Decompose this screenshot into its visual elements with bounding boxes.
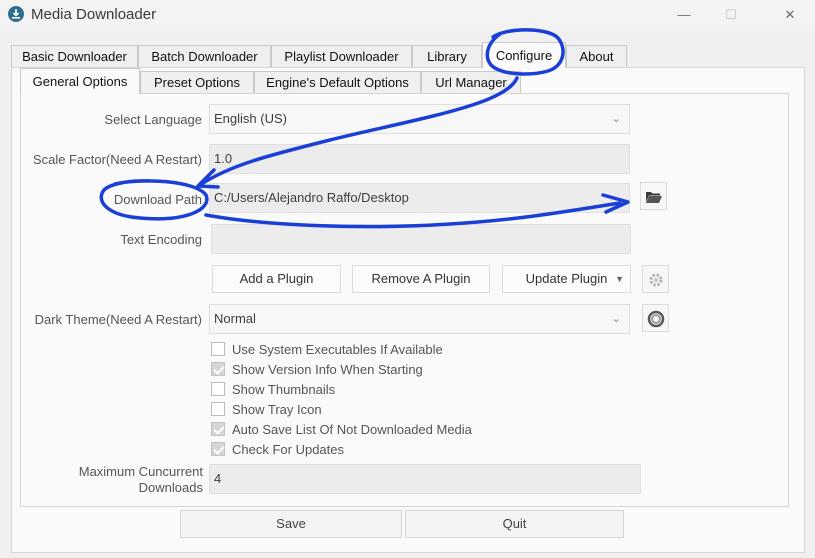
download-path-input[interactable]: C:/Users/Alejandro Raffo/Desktop	[209, 183, 630, 213]
theme-preview-button[interactable]	[642, 304, 669, 332]
checkbox-label: Auto Save List Of Not Downloaded Media	[232, 421, 472, 437]
checkbox-box[interactable]	[211, 441, 225, 456]
tab-engines-default-options[interactable]: Engine's Default Options	[254, 71, 421, 93]
tab-configure[interactable]: Configure	[482, 42, 566, 68]
dark-theme-select[interactable]: Normal ⌄	[209, 304, 630, 334]
download-path-label: Download Path	[113, 192, 202, 207]
tab-preset-options[interactable]: Preset Options	[140, 71, 254, 93]
maximize-button[interactable]: ☐	[708, 0, 754, 30]
checkbox-box[interactable]	[211, 341, 225, 356]
checkbox-label: Show Tray Icon	[232, 401, 322, 417]
tab-library[interactable]: Library	[412, 45, 482, 67]
add-plugin-button[interactable]: Add a Plugin	[212, 265, 341, 293]
checkbox-label: Show Thumbnails	[232, 381, 336, 397]
checkbox-use-system-executables[interactable]: Use System Executables If Available	[211, 340, 443, 358]
window-title: Media Downloader	[31, 6, 157, 23]
remove-plugin-button[interactable]: Remove A Plugin	[352, 265, 490, 293]
checkbox-show-version-info[interactable]: Show Version Info When Starting	[211, 360, 423, 378]
checkbox-show-thumbnails[interactable]: Show Thumbnails	[211, 380, 335, 398]
checkbox-box[interactable]	[211, 361, 225, 376]
checkbox-box[interactable]	[211, 381, 225, 396]
gear-icon	[649, 273, 662, 287]
close-button[interactable]: ✕	[767, 0, 813, 30]
browse-folder-button[interactable]	[640, 182, 667, 210]
update-plugin-label: Update Plugin	[525, 271, 608, 286]
checkbox-label: Use System Executables If Available	[232, 341, 443, 357]
tab-playlist-downloader[interactable]: Playlist Downloader	[271, 45, 412, 67]
max-concurrent-label-line2: Downloads	[138, 480, 203, 495]
scale-factor-label: Scale Factor(Need A Restart)	[32, 152, 202, 167]
checkbox-show-tray-icon[interactable]: Show Tray Icon	[211, 400, 322, 418]
language-value: English (US)	[214, 111, 287, 126]
scale-factor-input[interactable]: 1.0	[209, 144, 630, 174]
chevron-down-icon: ⌄	[611, 313, 621, 325]
max-concurrent-label-line1: Maximum Cuncurrent	[78, 464, 203, 479]
checkbox-check-for-updates[interactable]: Check For Updates	[211, 440, 344, 458]
minimize-button[interactable]: —	[661, 0, 707, 30]
tab-general-options[interactable]: General Options	[20, 68, 140, 94]
quit-button[interactable]: Quit	[405, 510, 624, 538]
checkbox-label: Check For Updates	[232, 441, 344, 457]
max-concurrent-label: Maximum Cuncurrent Downloads	[30, 464, 203, 496]
dark-theme-value: Normal	[214, 311, 256, 326]
checkbox-auto-save-list[interactable]: Auto Save List Of Not Downloaded Media	[211, 420, 472, 438]
checkbox-box[interactable]	[211, 421, 225, 436]
tab-basic-downloader[interactable]: Basic Downloader	[11, 45, 138, 67]
tab-url-manager[interactable]: Url Manager	[421, 71, 521, 93]
tab-about[interactable]: About	[566, 45, 627, 67]
theme-ring-icon	[647, 310, 664, 328]
update-plugin-button[interactable]: Update Plugin ▼	[502, 265, 631, 293]
checkbox-box[interactable]	[211, 401, 225, 416]
text-encoding-input[interactable]	[211, 224, 631, 254]
chevron-down-icon: ⌄	[611, 113, 621, 125]
language-select[interactable]: English (US) ⌄	[209, 104, 630, 134]
text-encoding-label: Text Encoding	[120, 232, 202, 247]
dark-theme-label: Dark Theme(Need A Restart)	[34, 312, 202, 327]
plugin-settings-button[interactable]	[642, 265, 669, 293]
app-logo-icon	[8, 6, 24, 22]
tab-batch-downloader[interactable]: Batch Downloader	[138, 45, 271, 67]
folder-open-icon	[645, 192, 662, 203]
max-concurrent-input[interactable]: 4	[209, 464, 641, 494]
dropdown-arrow-icon: ▼	[615, 274, 624, 284]
checkbox-label: Show Version Info When Starting	[232, 361, 423, 377]
save-button[interactable]: Save	[180, 510, 402, 538]
language-label: Select Language	[104, 112, 202, 127]
